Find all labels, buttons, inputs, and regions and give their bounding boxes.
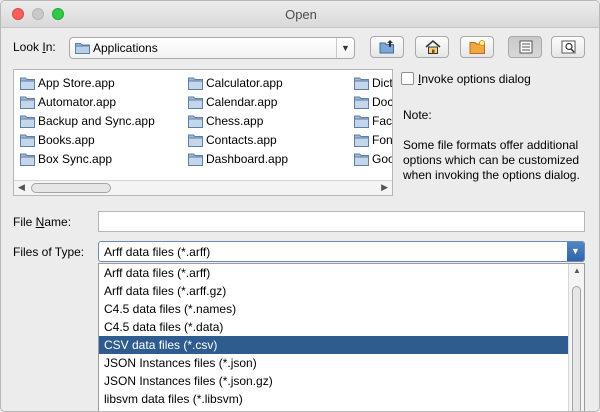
home-icon: [425, 40, 441, 54]
chevron-down-icon[interactable]: ▼: [336, 38, 354, 58]
folder-icon: [20, 153, 35, 169]
home-button[interactable]: [415, 36, 449, 58]
window-title: Open: [285, 7, 317, 22]
up-folder-icon: [379, 40, 394, 54]
files-of-type-value: Arff data files (*.arff): [104, 245, 211, 259]
look-in-label: Look In:: [13, 40, 56, 54]
dropdown-option[interactable]: C4.5 data files (*.names): [99, 300, 569, 318]
open-dialog: Open Look In: Applications ▼ App Store.a…: [0, 0, 600, 412]
files-of-type-combo[interactable]: Arff data files (*.arff) ▼: [98, 241, 585, 262]
folder-icon: [354, 115, 369, 131]
title-bar[interactable]: Open: [1, 1, 599, 28]
file-name-input[interactable]: [98, 211, 585, 232]
horizontal-scrollbar[interactable]: ◀ ▶: [14, 180, 392, 195]
folder-icon: [354, 96, 369, 112]
up-one-level-button[interactable]: [370, 36, 404, 58]
file-name-label: File Name:: [13, 215, 72, 229]
files-of-type-dropdown[interactable]: Arff data files (*.arff) Arff data files…: [98, 263, 585, 411]
dropdown-option[interactable]: C4.5 data files (*.data): [99, 318, 569, 336]
folder-icon: [188, 115, 203, 131]
new-folder-button[interactable]: [460, 36, 494, 58]
scroll-thumb[interactable]: [31, 183, 111, 193]
dropdown-option[interactable]: JSON Instances files (*.json.gz): [99, 372, 569, 390]
folder-icon: [75, 42, 90, 57]
dropdown-option-selected[interactable]: CSV data files (*.csv): [99, 336, 569, 354]
folder-icon: [188, 134, 203, 150]
details-view-icon: [561, 40, 576, 54]
chevron-down-icon[interactable]: ▼: [567, 242, 584, 261]
note-text: Some file formats offer additional optio…: [403, 138, 580, 182]
scroll-left-icon[interactable]: ◀: [18, 182, 25, 193]
look-in-value: Applications: [93, 41, 158, 55]
files-of-type-label: Files of Type:: [13, 245, 85, 259]
scroll-thumb[interactable]: [572, 286, 581, 411]
note-title: Note:: [403, 108, 432, 122]
folder-icon: [188, 153, 203, 169]
folder-icon: [188, 77, 203, 93]
invoke-options-label[interactable]: Invoke options dialog: [418, 72, 531, 86]
folder-icon: [354, 77, 369, 93]
scroll-right-icon[interactable]: ▶: [381, 182, 388, 193]
folder-icon: [354, 153, 369, 169]
details-view-button[interactable]: [551, 36, 585, 58]
dropdown-option[interactable]: JSON Instances files (*.json): [99, 354, 569, 372]
vertical-scrollbar[interactable]: ▲: [568, 264, 584, 411]
folder-icon: [20, 115, 35, 131]
file-list[interactable]: App Store.app Automator.app Backup and S…: [13, 69, 393, 196]
folder-icon: [20, 96, 35, 112]
invoke-options-checkbox[interactable]: [401, 72, 414, 85]
look-in-combo[interactable]: Applications ▼: [69, 37, 355, 59]
folder-icon: [20, 134, 35, 150]
folder-icon: [354, 134, 369, 150]
folder-icon: [20, 77, 35, 93]
dropdown-option[interactable]: Arff data files (*.arff): [99, 264, 569, 282]
dropdown-option[interactable]: Arff data files (*.arff.gz): [99, 282, 569, 300]
list-view-icon: [519, 40, 533, 54]
folder-icon: [188, 96, 203, 112]
scroll-up-icon[interactable]: ▲: [573, 266, 581, 275]
dropdown-option[interactable]: libsvm data files (*.libsvm): [99, 390, 569, 408]
new-folder-icon: [469, 40, 485, 54]
list-view-button[interactable]: [508, 36, 542, 58]
